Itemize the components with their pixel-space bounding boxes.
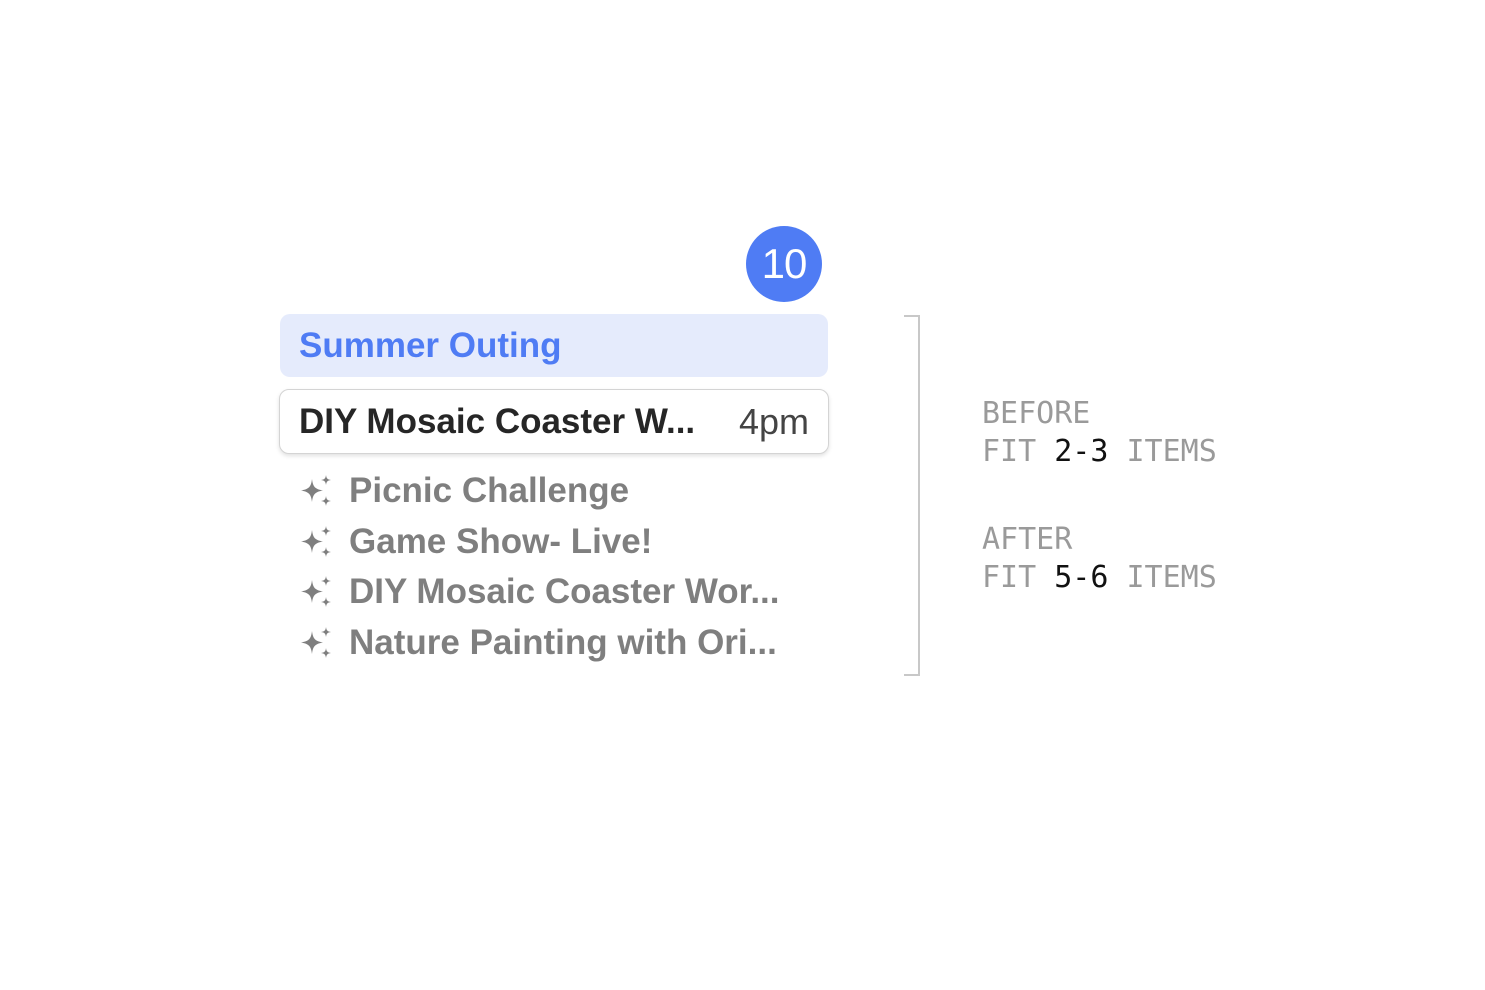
- before-prefix: FIT: [982, 434, 1037, 469]
- event-time: 4pm: [738, 400, 809, 442]
- suggested-event-item[interactable]: DIY Mosaic Coaster Wor...: [300, 567, 820, 618]
- range-bracket: [904, 315, 920, 676]
- sparkle-icon: [301, 576, 331, 608]
- before-annotation: BEFORE FIT 2-3 ITEMS: [982, 395, 1217, 471]
- suggested-event-label: Game Show- Live!: [349, 521, 653, 561]
- suggested-event-label: Nature Painting with Ori...: [349, 622, 777, 662]
- suggested-event-item[interactable]: Game Show- Live!: [300, 517, 820, 568]
- sparkle-icon: [301, 525, 331, 557]
- sparkle-icon: [301, 475, 331, 507]
- before-range: 2-3: [1054, 434, 1109, 469]
- day-number-badge[interactable]: 10: [746, 226, 822, 302]
- sparkle-icon: [301, 626, 331, 658]
- after-annotation: AFTER FIT 5-6 ITEMS: [982, 521, 1217, 597]
- after-capacity: FIT 5-6 ITEMS: [982, 559, 1217, 597]
- before-capacity: FIT 2-3 ITEMS: [982, 433, 1217, 471]
- after-suffix: ITEMS: [1126, 560, 1217, 595]
- suggested-event-item[interactable]: Nature Painting with Ori...: [300, 618, 820, 669]
- after-range: 5-6: [1054, 560, 1109, 595]
- after-heading: AFTER: [982, 522, 1073, 557]
- suggested-event-label: DIY Mosaic Coaster Wor...: [349, 572, 780, 612]
- event-title: DIY Mosaic Coaster W...: [299, 401, 696, 441]
- suggested-event-label: Picnic Challenge: [349, 471, 630, 511]
- suggested-events-list: Picnic Challenge Game Show- Live! DIY Mo…: [300, 466, 820, 668]
- suggested-event-item[interactable]: Picnic Challenge: [300, 466, 820, 517]
- before-suffix: ITEMS: [1126, 434, 1217, 469]
- timed-event-chip[interactable]: DIY Mosaic Coaster W... 4pm: [279, 389, 829, 454]
- before-heading: BEFORE: [982, 396, 1091, 431]
- all-day-event-chip[interactable]: Summer Outing: [280, 314, 828, 377]
- after-prefix: FIT: [982, 560, 1037, 595]
